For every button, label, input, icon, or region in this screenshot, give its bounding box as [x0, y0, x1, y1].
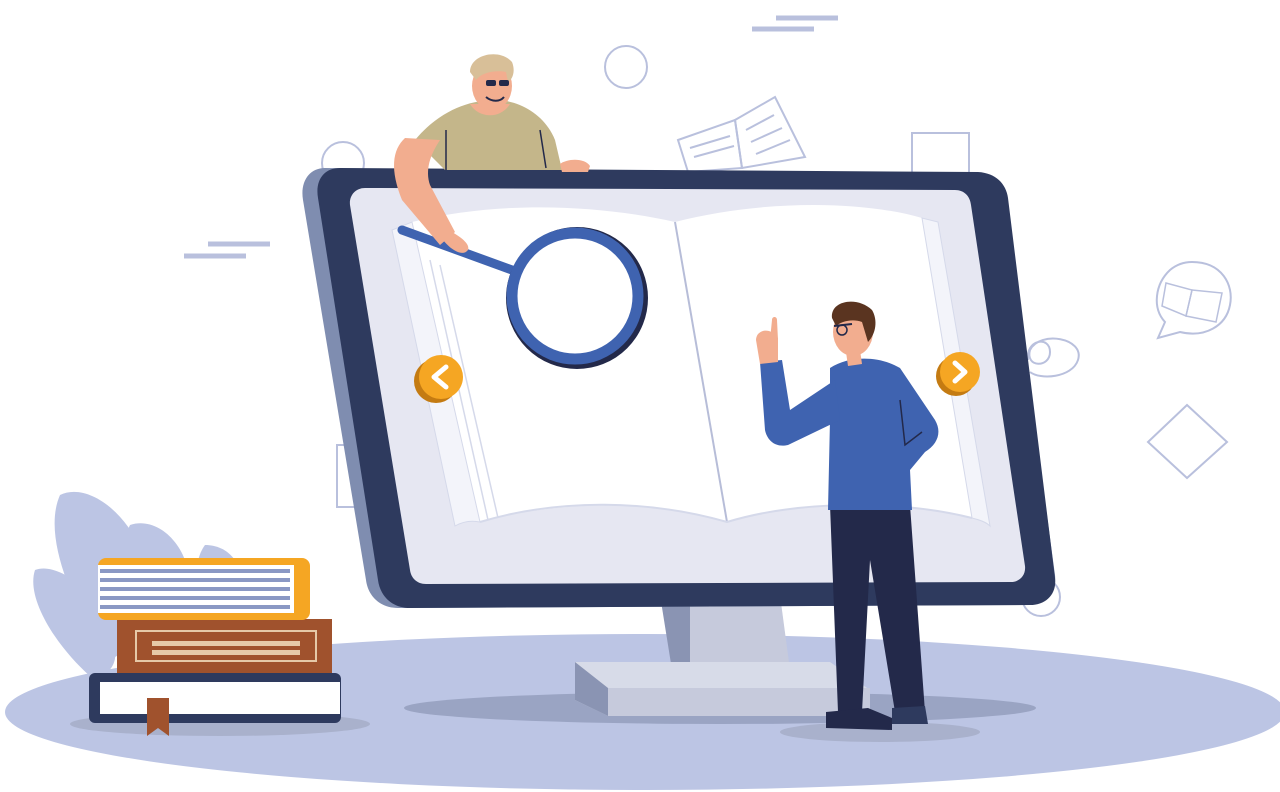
speech-bubble-book-icon: [1155, 260, 1232, 340]
illustration-scene: [5, 15, 1280, 790]
floating-book-icon: [676, 95, 807, 174]
